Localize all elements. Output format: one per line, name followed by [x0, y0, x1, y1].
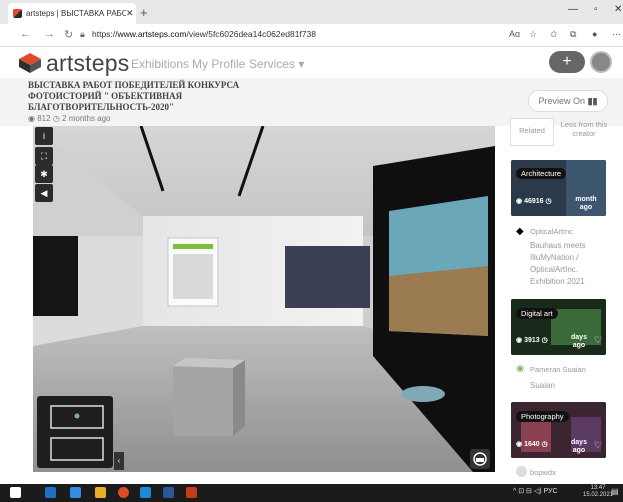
taskbar-folder-icon[interactable]: [95, 487, 106, 498]
refresh-icon[interactable]: ↻: [64, 28, 73, 41]
minimap-collapse-icon[interactable]: ‹: [114, 452, 124, 470]
settings-gear-icon[interactable]: ✱: [35, 165, 53, 183]
url-path: /view/5fc6026dea14c062ed81f738: [186, 29, 316, 39]
taskbar-chrome-icon[interactable]: [118, 487, 129, 498]
windows-start-icon[interactable]: [10, 487, 21, 498]
tab-close-icon[interactable]: ✕: [126, 8, 136, 19]
nav-my-profile[interactable]: My Profile: [192, 57, 245, 71]
author-avatar-icon-3: [516, 466, 527, 477]
tab-more-from-creator[interactable]: Less from this creator: [560, 120, 608, 138]
minimap-floorplan: [50, 405, 104, 461]
heart-icon-3[interactable]: ♡: [594, 440, 602, 451]
card-stats-1: ◉ 46916 ◷: [516, 198, 552, 205]
card-name-2[interactable]: Suaian: [530, 380, 610, 392]
nav-exhibitions[interactable]: Exhibitions: [131, 57, 189, 71]
card-author-3[interactable]: bopwdx: [530, 468, 556, 477]
card-tag-1: Architecture: [516, 168, 567, 179]
url-prefix: https://: [92, 29, 118, 39]
new-tab-button[interactable]: +: [140, 5, 148, 20]
vr-glyph: [473, 452, 487, 466]
taskbar-app-icon-2[interactable]: [70, 487, 81, 498]
forward-icon[interactable]: →: [44, 28, 55, 40]
reader-view-icon[interactable]: Aɑ: [509, 29, 520, 39]
favorite-star-icon[interactable]: ☆: [529, 29, 537, 40]
browser-tab[interactable]: artsteps | ВЫСТАВКА РАБОТ ПО ✕: [8, 3, 136, 24]
favorites-icon[interactable]: ✩: [550, 29, 558, 40]
preview-label: Preview On: [538, 96, 586, 106]
card-views-3: 1640: [524, 441, 540, 448]
sound-icon[interactable]: ◀: [35, 184, 53, 202]
system-clock[interactable]: 13:47 15.02.2021: [583, 485, 613, 499]
clock-date: 15.02.2021: [583, 492, 614, 498]
fullscreen-icon[interactable]: ⛶: [35, 147, 53, 165]
collections-icon[interactable]: ⧉: [570, 29, 576, 40]
close-window-icon[interactable]: ✕: [614, 4, 622, 15]
taskbar-edge-icon[interactable]: [140, 487, 151, 498]
minimize-icon[interactable]: —: [568, 4, 578, 15]
minimap[interactable]: [37, 396, 113, 468]
exhibition-stats: ◉ 812 ◷ 2 months ago: [28, 114, 111, 123]
exhibition-age: 2 months ago: [62, 114, 111, 123]
maximize-icon[interactable]: ▫: [594, 4, 598, 15]
user-avatar[interactable]: [590, 51, 612, 73]
clock-time: 13:47: [590, 485, 606, 491]
preview-button[interactable]: Preview On ▮▮: [528, 90, 608, 112]
card-ago-2: days ago: [571, 334, 587, 349]
tab-title: artsteps | ВЫСТАВКА РАБОТ ПО: [26, 9, 126, 18]
taskbar-app-icon-1[interactable]: [45, 487, 56, 498]
card-ago-3: days ago: [571, 439, 587, 454]
card-ago-1: month ago: [575, 196, 597, 211]
card-views-2: 3913: [524, 337, 540, 344]
back-icon[interactable]: ←: [20, 28, 31, 40]
author-logo-icon-2: ❀: [516, 364, 525, 375]
taskbar-powerpoint-icon[interactable]: [186, 487, 197, 498]
more-icon[interactable]: ⋯: [612, 29, 621, 40]
notifications-icon[interactable]: ▤: [611, 487, 619, 496]
taskbar-word-icon[interactable]: [163, 487, 174, 498]
artsteps-logo-icon[interactable]: [18, 52, 42, 74]
card-tag-2: Digital art: [516, 308, 558, 319]
url-host: www.artsteps.com: [117, 29, 187, 39]
tab-related-label: Related: [519, 126, 545, 135]
brand-name[interactable]: artsteps: [46, 50, 129, 77]
vr-headset-icon: ▮▮: [587, 96, 598, 106]
info-button[interactable]: i: [35, 127, 53, 145]
card-views-1: 46916: [524, 198, 544, 205]
card-author-1[interactable]: OpticalArtInc: [530, 227, 573, 236]
nav-services[interactable]: Services ▾: [249, 57, 304, 71]
card-name-1[interactable]: Bauhaus meets IlluMyNation / OpticalArtI…: [530, 240, 610, 288]
clock-icon: ◷: [52, 114, 60, 123]
author-logo-icon-1: ◆: [516, 226, 524, 237]
url-field[interactable]: https://www.artsteps.com/view/5fc6026dea…: [92, 29, 316, 39]
card-stats-3: ◉ 1640 ◷: [516, 441, 548, 448]
eye-icon: ◉: [28, 114, 35, 123]
heart-icon-2[interactable]: ♡: [594, 335, 602, 346]
create-button[interactable]: +: [549, 51, 585, 73]
card-author-2[interactable]: Pameran Suaian: [530, 365, 586, 374]
lock-icon: 🔒︎: [80, 29, 85, 39]
exhibition-title: ВЫСТАВКА РАБОТ ПОБЕДИТЕЛЕЙ КОНКУРСА ФОТО…: [28, 80, 240, 112]
card-tag-3: Photography: [516, 411, 569, 422]
vr-mode-icon[interactable]: [470, 449, 490, 469]
artsteps-favicon-icon: [13, 9, 22, 18]
profile-icon[interactable]: ●: [592, 29, 597, 39]
view-count: 812: [37, 114, 51, 123]
card-stats-2: ◉ 3913 ◷: [516, 337, 548, 344]
system-tray[interactable]: ^ ⊡ ⊟ ◁) РУС: [513, 487, 558, 495]
